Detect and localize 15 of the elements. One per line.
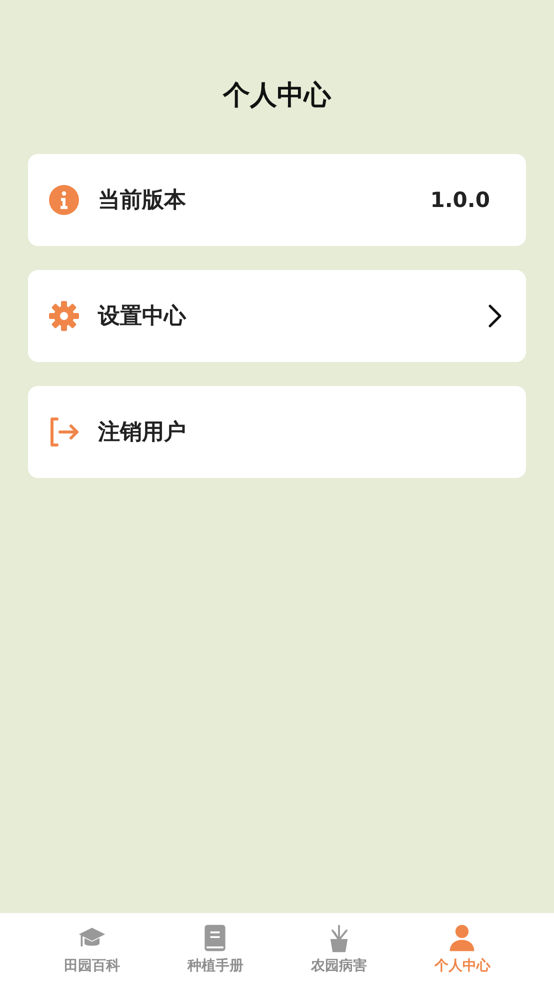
menu-label: 设置中心	[98, 302, 188, 331]
menu-row[interactable]: 注销用户	[28, 386, 526, 478]
version-value: 1.0.0	[430, 188, 490, 212]
tab[interactable]: 田园百科	[58, 913, 126, 984]
settings-icon	[48, 300, 80, 332]
tab[interactable]: 个人中心	[428, 913, 496, 984]
page-title: 个人中心	[222, 79, 332, 113]
logout-icon	[48, 416, 80, 448]
menu-label: 注销用户	[98, 419, 187, 447]
menu-row[interactable]: 设置中心	[28, 270, 526, 362]
info-icon	[48, 184, 80, 216]
menu-row[interactable]: 当前版本 1.0.0	[28, 154, 526, 246]
tab[interactable]: 农园病害	[304, 913, 373, 984]
tab[interactable]: 种植手册	[181, 913, 250, 984]
menu-label: 当前版本	[98, 187, 187, 215]
